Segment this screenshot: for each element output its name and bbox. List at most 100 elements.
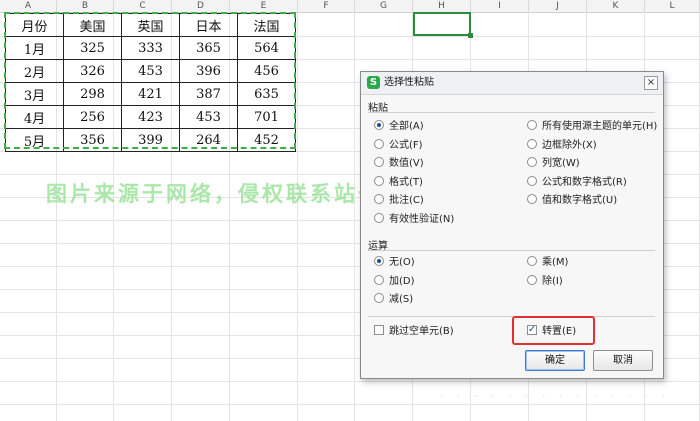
table-row: 3月 298 421 387 635 — [5, 82, 296, 106]
radio-button[interactable] — [374, 157, 384, 167]
cancel-button[interactable]: 取消 — [593, 350, 653, 371]
paste-option[interactable]: 全部(A) — [374, 120, 424, 134]
table-cell[interactable]: 月份 — [5, 13, 64, 37]
table-cell[interactable]: 456 — [237, 59, 296, 83]
paste-option-label: 所有使用源主题的单元(H) — [542, 121, 658, 132]
radio-button[interactable] — [527, 120, 537, 130]
operation-option[interactable]: 无(O) — [374, 256, 415, 270]
table-cell[interactable]: 452 — [237, 128, 296, 152]
column-header-d[interactable]: D — [172, 0, 230, 12]
operation-option[interactable]: 加(D) — [374, 274, 415, 289]
dialog-titlebar[interactable]: S 选择性粘贴 × — [361, 72, 663, 95]
grid-col-line — [354, 12, 355, 421]
table-cell[interactable]: 396 — [179, 59, 238, 83]
column-header-a[interactable]: A — [0, 0, 57, 12]
checkbox-box[interactable] — [527, 323, 537, 337]
column-header-e[interactable]: E — [230, 0, 298, 12]
radio-button[interactable] — [374, 293, 384, 303]
radio-button[interactable] — [374, 274, 384, 285]
table-cell[interactable]: 256 — [63, 105, 122, 129]
table-cell[interactable]: 333 — [121, 36, 180, 60]
paste-option[interactable]: 边框除外(X) — [527, 138, 597, 153]
radio-button[interactable] — [374, 194, 384, 204]
paste-option[interactable]: 批注(C) — [374, 194, 424, 208]
column-header-f[interactable]: F — [298, 0, 355, 12]
table-cell[interactable]: 453 — [179, 105, 238, 129]
radio-button[interactable] — [374, 212, 384, 223]
operation-option-label: 加(D) — [389, 275, 415, 287]
paste-special-dialog: S 选择性粘贴 × 粘贴 全部(A) 公式(F) 数值(V) 格式(T) 批注(C) 有效… — [360, 71, 664, 379]
radio-button[interactable] — [374, 175, 384, 186]
column-header-k[interactable]: K — [587, 0, 645, 12]
paste-option-label: 公式(F) — [389, 139, 423, 151]
paste-option[interactable]: 格式(T) — [374, 175, 423, 190]
column-header-g[interactable]: G — [355, 0, 413, 12]
table-cell[interactable]: 264 — [179, 128, 238, 152]
grid-col-line — [297, 12, 298, 421]
radio-button[interactable] — [527, 194, 537, 204]
table-cell[interactable]: 453 — [121, 59, 180, 83]
paste-option[interactable]: 所有使用源主题的单元(H) — [527, 120, 657, 134]
radio-button[interactable] — [374, 120, 384, 130]
table-cell[interactable]: 356 — [63, 128, 122, 152]
paste-option[interactable]: 公式(F) — [374, 138, 423, 153]
table-cell[interactable]: 325 — [63, 36, 122, 60]
table-cell[interactable]: 英国 — [121, 13, 180, 37]
table-row: 4月 256 423 453 701 — [5, 105, 296, 129]
paste-option[interactable]: 有效性验证(N) — [374, 212, 454, 227]
table-cell[interactable]: 387 — [179, 82, 238, 106]
grid-row-line — [0, 381, 700, 382]
transpose-checkbox[interactable]: 转置(E) — [527, 323, 576, 339]
column-header-l[interactable]: L — [645, 0, 700, 12]
skip-blanks-label: 跳过空单元(B) — [389, 326, 454, 337]
operation-option[interactable]: 乘(M) — [527, 256, 568, 270]
table-cell[interactable]: 4月 — [5, 105, 64, 129]
operation-option[interactable]: 除(I) — [527, 274, 563, 289]
table-cell[interactable]: 564 — [237, 36, 296, 60]
table-cell[interactable]: 日本 — [179, 13, 238, 37]
column-header-h[interactable]: H — [413, 0, 471, 12]
active-cell-h1[interactable] — [413, 12, 473, 38]
table-cell[interactable]: 法国 — [237, 13, 296, 37]
checkbox-box[interactable] — [374, 325, 384, 335]
ok-button[interactable]: 确定 — [525, 350, 585, 371]
table-cell[interactable]: 美国 — [63, 13, 122, 37]
radio-button[interactable] — [374, 138, 384, 149]
radio-button[interactable] — [527, 175, 537, 186]
table-cell[interactable]: 365 — [179, 36, 238, 60]
table-cell[interactable]: 1月 — [5, 36, 64, 60]
paste-option[interactable]: 公式和数字格式(R) — [527, 175, 627, 190]
radio-button[interactable] — [527, 256, 537, 266]
table-cell[interactable]: 421 — [121, 82, 180, 106]
table-cell[interactable]: 423 — [121, 105, 180, 129]
paste-option[interactable]: 值和数字格式(U) — [527, 194, 617, 208]
table-cell[interactable]: 3月 — [5, 82, 64, 106]
paste-option-label: 值和数字格式(U) — [542, 195, 618, 206]
column-header-i[interactable]: I — [471, 0, 529, 12]
table-row: 1月 325 333 365 564 — [5, 36, 296, 60]
table-cell[interactable]: 399 — [121, 128, 180, 152]
table-cell[interactable]: 2月 — [5, 59, 64, 83]
operation-option-label: 无(O) — [389, 257, 415, 268]
paste-section-divider — [368, 112, 655, 113]
paste-option[interactable]: 数值(V) — [374, 157, 424, 171]
table-cell[interactable]: 5月 — [5, 128, 64, 152]
close-button[interactable]: × — [644, 76, 658, 90]
operation-option-label: 减(S) — [389, 294, 414, 305]
table-cell[interactable]: 298 — [63, 82, 122, 106]
column-header-b[interactable]: B — [57, 0, 114, 12]
radio-button[interactable] — [374, 256, 384, 266]
column-header-j[interactable]: J — [529, 0, 587, 12]
paste-option-label: 数值(V) — [389, 158, 424, 169]
data-table[interactable]: 月份 美国 英国 日本 法国 1月 325 333 365 564 2月 326 453 396 456 3月… — [5, 13, 296, 152]
operation-option[interactable]: 减(S) — [374, 293, 413, 307]
column-header-c[interactable]: C — [114, 0, 172, 12]
paste-option[interactable]: 列宽(W) — [527, 157, 580, 171]
radio-button[interactable] — [527, 274, 537, 285]
table-cell[interactable]: 701 — [237, 105, 296, 129]
table-cell[interactable]: 326 — [63, 59, 122, 83]
table-cell[interactable]: 635 — [237, 82, 296, 106]
radio-button[interactable] — [527, 138, 537, 149]
radio-button[interactable] — [527, 157, 537, 167]
skip-blanks-checkbox[interactable]: 跳过空单元(B) — [374, 325, 454, 339]
